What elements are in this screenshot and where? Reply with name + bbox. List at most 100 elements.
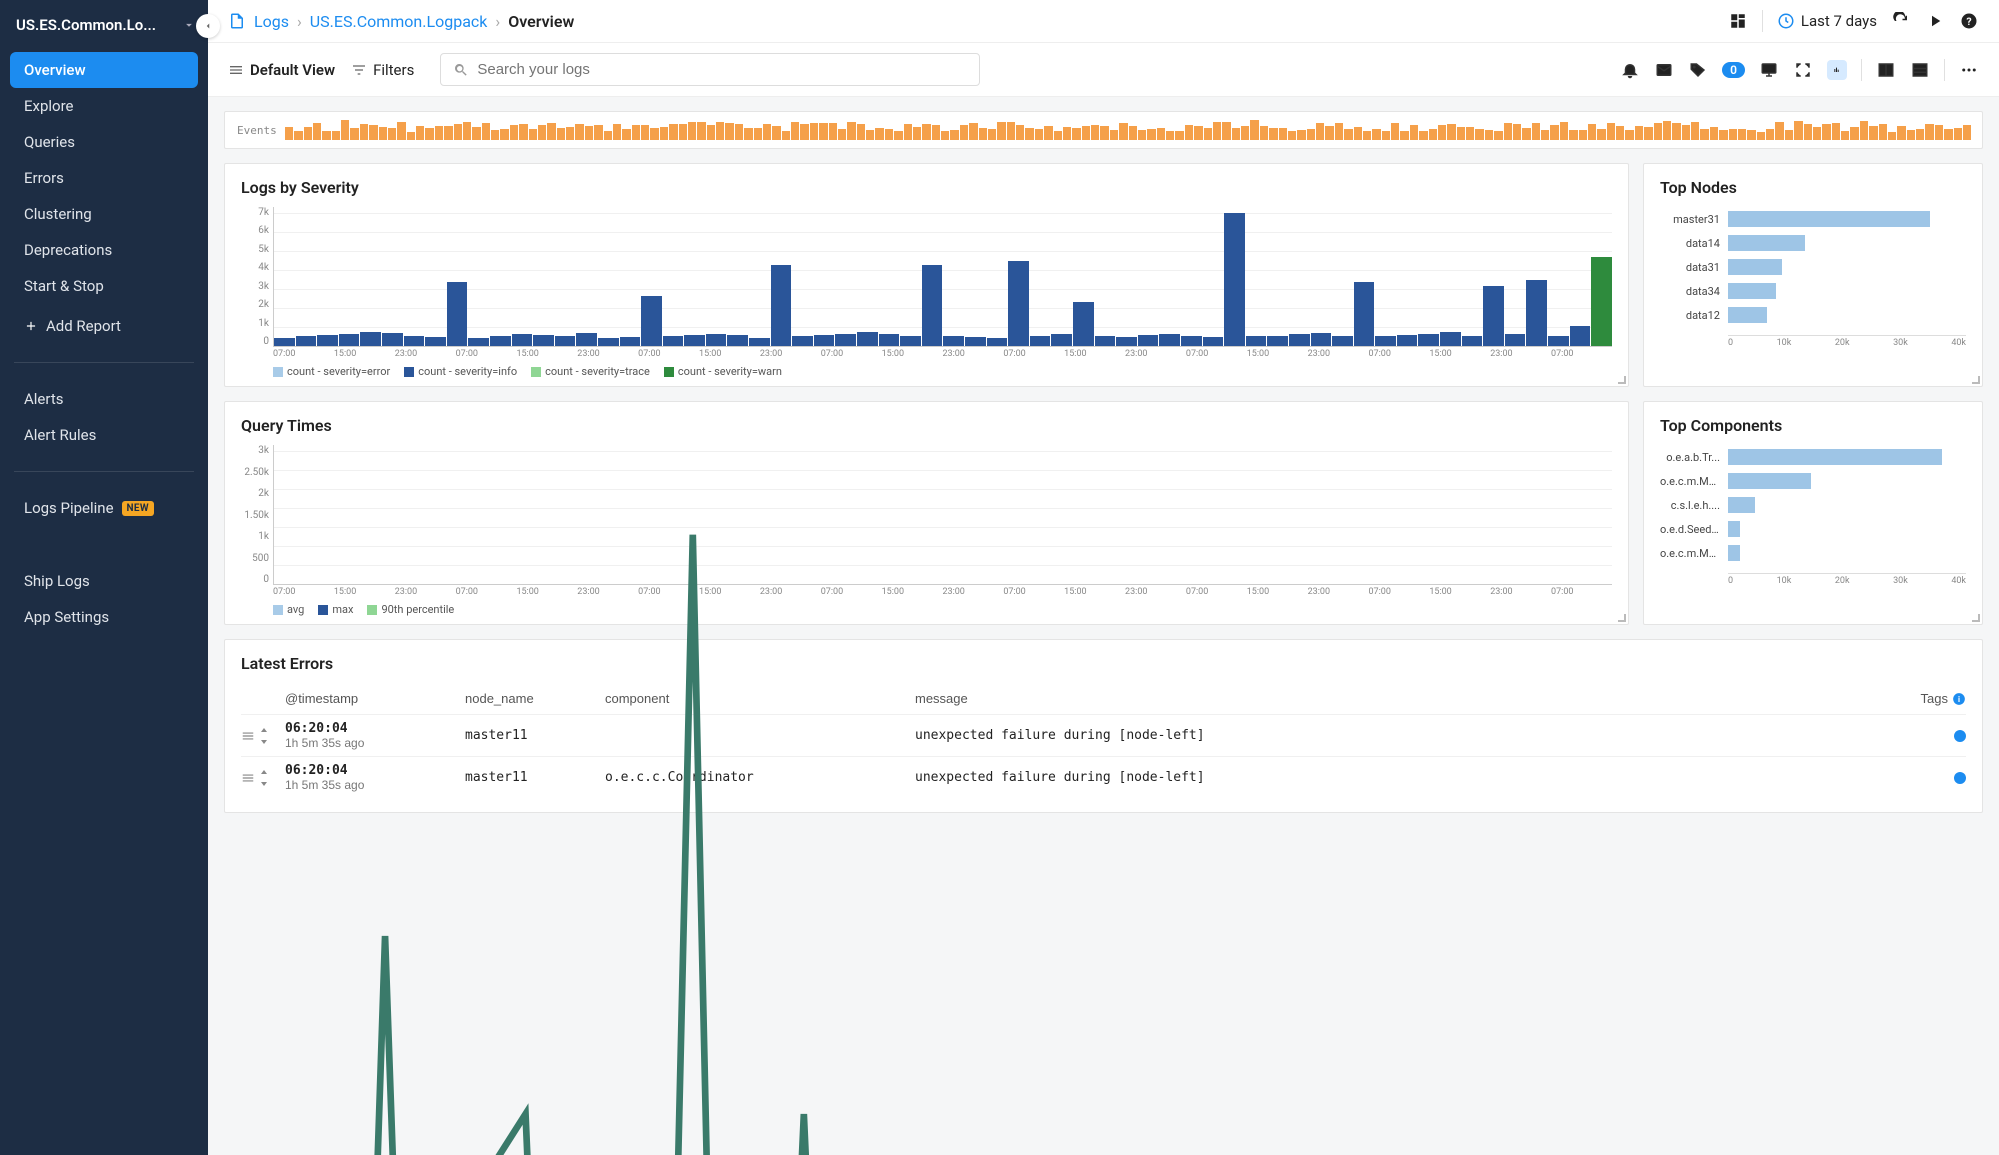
panel-title: Logs by Severity [241, 178, 1612, 197]
chart-mode-button[interactable] [1827, 60, 1847, 80]
nav-logs-pipeline[interactable]: Logs Pipeline NEW [10, 490, 198, 526]
hbar-chart[interactable]: master31 data14 data31 data34 data12 [1660, 207, 1966, 335]
legend-item[interactable]: count - severity=info [404, 365, 517, 378]
alerts-nav: Alerts Alert Rules [0, 375, 208, 459]
nav-ship-logs[interactable]: Ship Logs [10, 563, 198, 599]
chevron-left-icon [203, 21, 213, 31]
nav-divider [14, 471, 194, 472]
more-icon [1960, 61, 1978, 79]
expand-icon[interactable] [259, 728, 269, 744]
svg-text:?: ? [1966, 15, 1971, 28]
hbar-row[interactable]: data31 [1660, 259, 1966, 275]
panel-top-components: Top Components o.e.a.b.Tr... o.e.c.m.Me..… [1643, 401, 1983, 625]
breadcrumb: Logs › US.ES.Common.Logpack › Overview [228, 12, 574, 31]
sidebar: US.ES.Common.Lo... Overview Explore Quer… [0, 0, 208, 1155]
chart-xaxis: 07:0015:0023:0007:0015:0023:0007:0015:00… [273, 349, 1612, 359]
panel-title: Top Components [1660, 416, 1966, 435]
legend-item[interactable]: count - severity=trace [531, 365, 650, 378]
events-sparkline [285, 120, 1970, 140]
resize-handle[interactable] [1972, 376, 1980, 384]
breadcrumb-current: Overview [508, 12, 574, 31]
resize-handle[interactable] [1618, 376, 1626, 384]
panel-title: Top Nodes [1660, 178, 1966, 197]
search-input-wrapper[interactable] [440, 53, 980, 86]
panel-top-nodes: Top Nodes master31 data14 data31 data34 data… [1643, 163, 1983, 387]
nav-clustering[interactable]: Clustering [10, 196, 198, 232]
fullscreen-icon [1794, 61, 1812, 79]
hbar-row[interactable]: o.e.d.Seed... [1660, 521, 1966, 537]
filter-icon [351, 62, 367, 78]
hbar-row[interactable]: data34 [1660, 283, 1966, 299]
chart-plot[interactable] [273, 445, 1612, 585]
legend-item[interactable]: count - severity=warn [664, 365, 782, 378]
nav-divider [14, 362, 194, 363]
hbar-row[interactable]: c.s.l.e.h.... [1660, 497, 1966, 513]
pipeline-nav: Logs Pipeline NEW [0, 484, 208, 532]
nav-explore[interactable]: Explore [10, 88, 198, 124]
legend-item[interactable]: count - severity=error [273, 365, 390, 378]
play-button[interactable] [1925, 11, 1945, 31]
dashboard-icon-button[interactable] [1728, 11, 1748, 31]
breadcrumb-logs[interactable]: Logs [254, 12, 289, 31]
bell-button[interactable] [1620, 60, 1640, 80]
screen-button[interactable] [1759, 60, 1779, 80]
info-icon[interactable]: i [1952, 692, 1966, 706]
nav-start-stop[interactable]: Start & Stop [10, 268, 198, 304]
filters-button[interactable]: Filters [351, 61, 414, 79]
tag-icon [1689, 61, 1707, 79]
nav-app-settings[interactable]: App Settings [10, 599, 198, 635]
more-button[interactable] [1959, 60, 1979, 80]
chart-legend: count - severity=error count - severity=i… [273, 365, 1612, 378]
resize-handle[interactable] [1618, 614, 1626, 622]
search-input[interactable] [477, 61, 967, 78]
hbar-row[interactable]: master31 [1660, 211, 1966, 227]
panel-logs-severity: Logs by Severity 7k6k5k4k3k2k1k0 07:0015… [224, 163, 1629, 387]
sidebar-collapse-button[interactable] [196, 14, 220, 38]
table-view-button[interactable] [1910, 60, 1930, 80]
menu-icon[interactable] [241, 771, 255, 785]
nav-alert-rules[interactable]: Alert Rules [10, 417, 198, 453]
bottom-nav: Ship Logs App Settings [0, 557, 208, 641]
mail-button[interactable] [1654, 60, 1674, 80]
view-selector[interactable]: Default View [228, 61, 335, 79]
table-icon [1911, 61, 1929, 79]
refresh-button[interactable] [1891, 11, 1911, 31]
hbar-row[interactable]: o.e.c.m.Me... [1660, 545, 1966, 561]
hbar-row[interactable]: o.e.a.b.Tr... [1660, 449, 1966, 465]
nav-add-report[interactable]: Add Report [10, 308, 198, 344]
resize-handle[interactable] [1972, 614, 1980, 622]
hbar-chart[interactable]: o.e.a.b.Tr... o.e.c.m.Me... c.s.l.e.h.... o… [1660, 445, 1966, 573]
sidebar-title: US.ES.Common.Lo... [16, 16, 176, 34]
bar-chart-icon [1833, 61, 1841, 79]
chevron-down-icon [182, 18, 196, 32]
nav-errors[interactable]: Errors [10, 160, 198, 196]
nav-queries[interactable]: Queries [10, 124, 198, 160]
help-button[interactable]: ? [1959, 11, 1979, 31]
chart-xaxis: 010k20k30k40k [1728, 335, 1966, 348]
time-range-selector[interactable]: Last 7 days [1777, 12, 1877, 30]
hbar-row[interactable]: data14 [1660, 235, 1966, 251]
chart-xaxis: 010k20k30k40k [1728, 573, 1966, 586]
primary-nav: Overview Explore Queries Errors Clusteri… [0, 46, 208, 350]
sidebar-app-selector[interactable]: US.ES.Common.Lo... [0, 8, 208, 46]
breadcrumb-logpack[interactable]: US.ES.Common.Logpack [310, 12, 488, 31]
play-icon [1926, 12, 1944, 30]
tag-dot[interactable] [1954, 772, 1966, 784]
fullscreen-button[interactable] [1793, 60, 1813, 80]
svg-text:i: i [1958, 694, 1960, 703]
chart-plot[interactable] [273, 207, 1612, 347]
hbar-row[interactable]: o.e.c.m.Me... [1660, 473, 1966, 489]
hbar-row[interactable]: data12 [1660, 307, 1966, 323]
nav-alerts[interactable]: Alerts [10, 381, 198, 417]
nav-deprecations[interactable]: Deprecations [10, 232, 198, 268]
tag-button[interactable] [1688, 60, 1708, 80]
panel-title: Query Times [241, 416, 1612, 435]
document-icon [228, 12, 246, 30]
events-strip[interactable]: Events [224, 111, 1983, 149]
nav-overview[interactable]: Overview [10, 52, 198, 88]
bell-icon [1621, 61, 1639, 79]
menu-icon[interactable] [241, 729, 255, 743]
tag-dot[interactable] [1954, 730, 1966, 742]
expand-icon[interactable] [259, 770, 269, 786]
split-view-button[interactable] [1876, 60, 1896, 80]
